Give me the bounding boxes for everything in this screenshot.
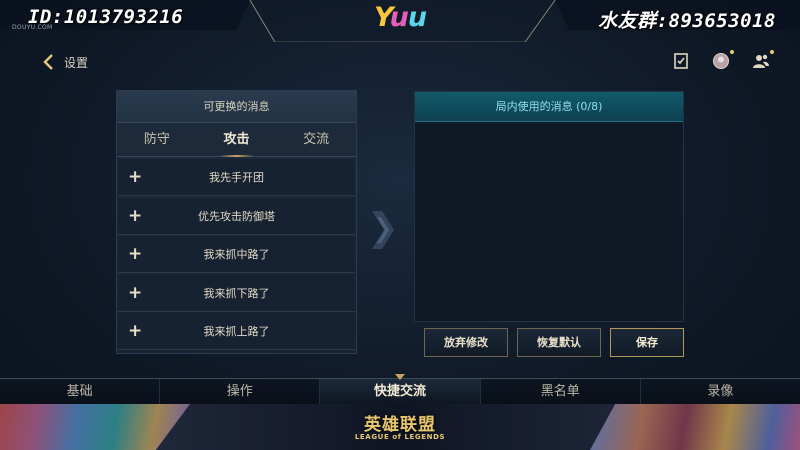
nav-blacklist[interactable]: 黑名单 <box>481 379 641 404</box>
nav-basic[interactable]: 基础 <box>0 379 161 404</box>
message-row[interactable]: + 我来抓上路了 <box>118 313 355 350</box>
nav-quick-chat[interactable]: 快捷交流 <box>320 374 481 404</box>
message-row[interactable]: + 我来抓下路了 <box>118 274 355 312</box>
message-text: 我来抓上路了 <box>203 325 270 338</box>
stream-overlay: ID:1013793216 DOUYU.COM Yuu 水友群:89365301… <box>0 0 800 42</box>
task-icon[interactable] <box>672 52 690 70</box>
logo-title-en: LEAGUE of LEGENDS <box>354 433 446 441</box>
nav-controls[interactable]: 操作 <box>160 379 321 404</box>
header-icons <box>672 50 774 70</box>
message-text: 我来抓下路了 <box>203 286 270 300</box>
message-text: 我来抓中路了 <box>203 248 270 261</box>
logo-title-cn: 英雄联盟 <box>364 415 436 435</box>
plus-icon[interactable]: + <box>128 245 142 263</box>
back-button[interactable]: 设置 <box>40 52 88 72</box>
tab-attack[interactable]: 攻击 <box>197 123 277 157</box>
notification-dot <box>730 50 734 54</box>
logo-letter-3: u <box>407 2 427 33</box>
tab-communication[interactable]: 交流 <box>276 123 356 156</box>
lol-logo: 英雄联盟 LEAGUE of LEGENDS <box>344 410 456 441</box>
tab-defense[interactable]: 防守 <box>117 123 197 156</box>
plus-icon[interactable]: + <box>128 284 142 302</box>
logo-letter-1: Y <box>374 2 391 33</box>
fan-group-number: 水友群:893653018 <box>598 10 776 32</box>
chevron-right-icon <box>372 211 394 249</box>
back-chevron-icon <box>43 54 53 70</box>
message-row[interactable]: + 优先攻击防御塔 <box>118 197 355 235</box>
message-row[interactable]: + 我先手开团 <box>118 159 355 196</box>
message-category-tabs: 防守 攻击 交流 <box>117 123 356 157</box>
in-game-messages-panel: 局内使用的消息 (0/8) <box>414 91 684 322</box>
champion-art-right <box>590 404 800 450</box>
plus-icon[interactable]: + <box>128 207 142 225</box>
game-banner: 英雄联盟 LEAGUE of LEGENDS <box>0 404 800 450</box>
logo-letter-2: u <box>389 2 409 33</box>
plus-icon[interactable]: + <box>128 322 142 340</box>
yuu-logo: Yuu <box>374 2 427 33</box>
message-text: 我先手开团 <box>209 171 264 184</box>
message-row[interactable]: + 我来抓中路了 <box>118 236 355 273</box>
message-text: 优先攻击防御塔 <box>198 209 275 223</box>
settings-bottom-nav: 基础 操作 快捷交流 黑名单 录像 <box>0 374 800 404</box>
message-list: + 我先手开团 + 优先攻击防御塔 + 我来抓中路了 + 我来抓下路了 + 我来… <box>117 157 356 350</box>
back-label: 设置 <box>64 55 89 70</box>
notification-dot <box>770 50 774 54</box>
discard-changes-button[interactable]: 放弃修改 <box>424 328 508 357</box>
replaceable-messages-panel: 可更换的消息 防守 攻击 交流 + 我先手开团 + 优先攻击防御塔 + 我来抓中… <box>116 90 357 354</box>
panel-title: 可更换的消息 <box>117 91 356 123</box>
nav-replay[interactable]: 录像 <box>641 379 800 404</box>
plus-icon[interactable]: + <box>128 168 142 186</box>
avatar-icon[interactable] <box>712 50 734 70</box>
douyu-brand: DOUYU.COM <box>12 24 53 31</box>
restore-default-button[interactable]: 恢复默认 <box>517 328 601 357</box>
champion-art-left <box>0 404 190 450</box>
save-button[interactable]: 保存 <box>610 328 684 357</box>
friends-icon[interactable] <box>752 50 774 70</box>
panel-title: 局内使用的消息 (0/8) <box>415 92 683 122</box>
